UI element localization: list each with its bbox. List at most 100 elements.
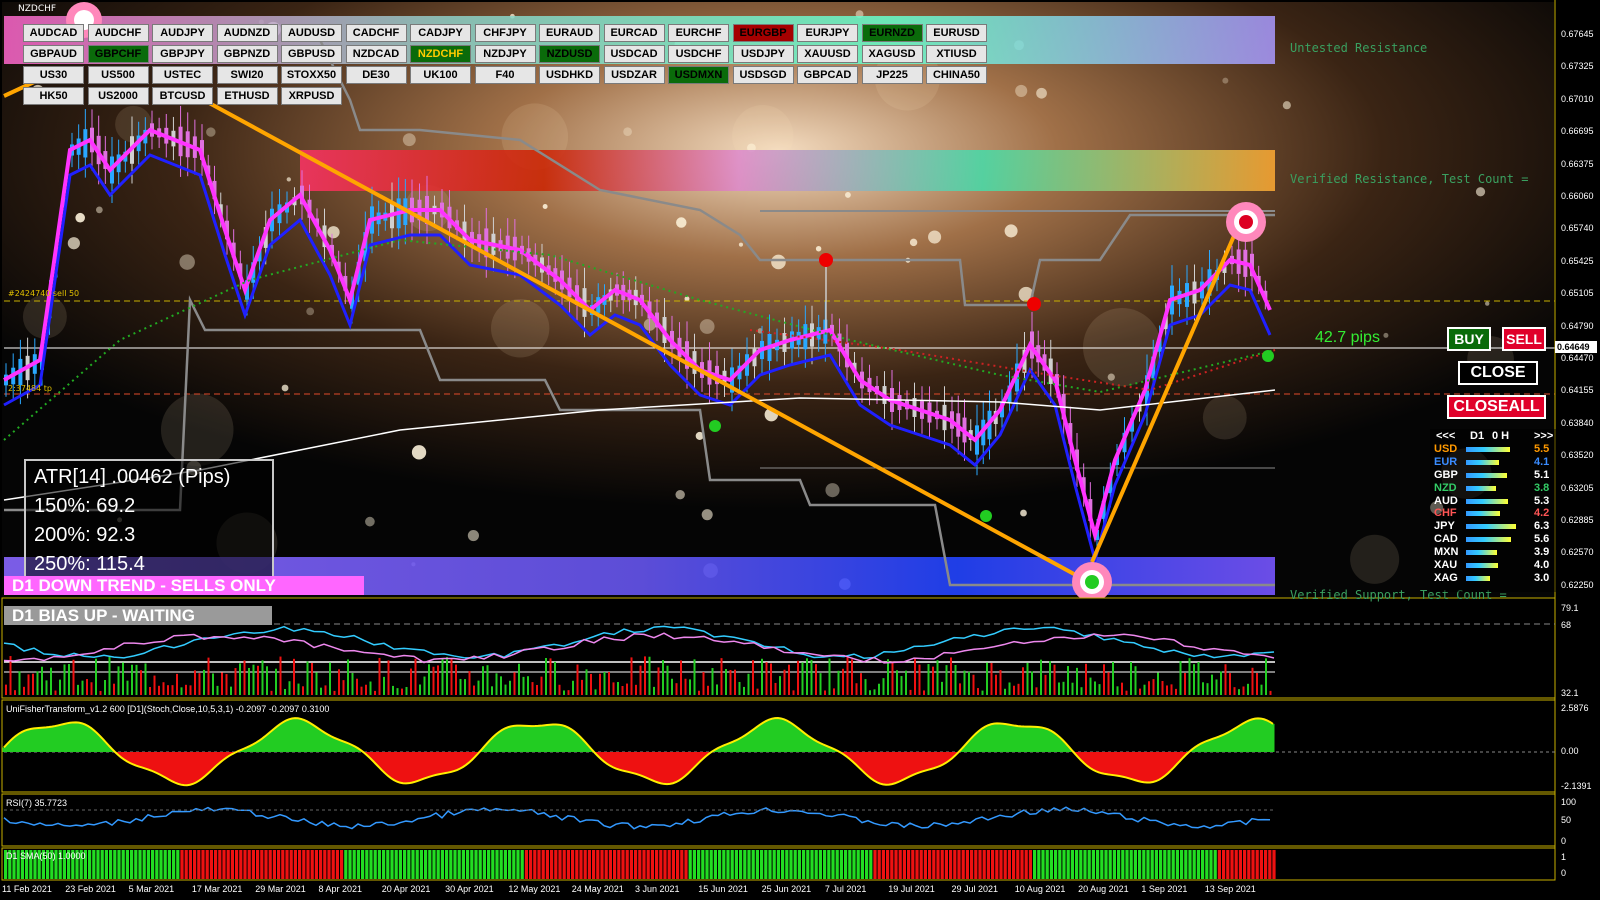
symbol-button-us2000[interactable]: US2000: [87, 87, 149, 105]
symbol-button-f40[interactable]: F40: [474, 66, 536, 84]
sma-bar: [814, 850, 818, 879]
strength-currency: EUR: [1434, 455, 1458, 468]
current-price-label: 0.64649: [1557, 342, 1590, 352]
symbol-button-hk50[interactable]: HK50: [23, 87, 84, 105]
symbol-button-ustec[interactable]: USTEC: [152, 66, 213, 84]
symbol-button-xrpusd[interactable]: XRPUSD: [281, 87, 342, 105]
bokeh-dot: [402, 133, 416, 147]
symbol-button-usdhkd[interactable]: USDHKD: [539, 66, 600, 84]
sma-bar: [684, 850, 688, 879]
symbol-button-usdsgd[interactable]: USDSGD: [732, 66, 794, 84]
symbol-button-usdjpy[interactable]: USDJPY: [732, 45, 794, 63]
sma-bar: [453, 850, 457, 879]
strength-timeframe: D1: [1470, 430, 1485, 442]
sma-bar: [902, 850, 906, 879]
indicator-axis-label: 2.5876: [1561, 703, 1589, 713]
sma-bar: [1045, 850, 1049, 879]
symbol-button-audusd[interactable]: AUDUSD: [281, 24, 342, 42]
strength-next-button[interactable]: >>>: [1534, 429, 1553, 443]
symbol-button-gbpusd[interactable]: GBPUSD: [281, 45, 342, 63]
symbol-button-uk100[interactable]: UK100: [410, 66, 471, 84]
symbol-button-xagusd[interactable]: XAGUSD: [861, 45, 923, 63]
symbol-button-audchf[interactable]: AUDCHF: [87, 24, 149, 42]
sma-bar: [96, 850, 100, 879]
strength-row-jpy: JPY 6.3: [1430, 520, 1556, 533]
symbol-button-eurchf[interactable]: EURCHF: [668, 24, 729, 42]
symbol-button-jp225[interactable]: JP225: [861, 66, 923, 84]
symbol-button-xtiusd[interactable]: XTIUSD: [926, 45, 987, 63]
sma-bar: [281, 850, 285, 879]
symbol-button-gbpchf[interactable]: GBPCHF: [87, 45, 149, 63]
sma-bar: [167, 850, 171, 879]
sma-bar: [642, 850, 646, 879]
sma-bar: [701, 850, 705, 879]
strength-bar: [1466, 575, 1490, 581]
symbol-button-eurnzd[interactable]: EURNZD: [861, 24, 923, 42]
bokeh-dot: [676, 217, 687, 228]
symbol-button-eurcad[interactable]: EURCAD: [603, 24, 665, 42]
bokeh-dot: [815, 245, 822, 252]
symbol-button-euraud[interactable]: EURAUD: [539, 24, 600, 42]
symbol-button-usdchf[interactable]: USDCHF: [668, 45, 729, 63]
sma-bar: [251, 850, 255, 879]
symbol-button-nzdcad[interactable]: NZDCAD: [345, 45, 407, 63]
strength-bar: [1466, 447, 1510, 452]
sell-button[interactable]: SELL: [1502, 327, 1546, 351]
symbol-button-cadchf[interactable]: CADCHF: [345, 24, 407, 42]
sma-bar: [953, 850, 957, 879]
symbol-button-nzdusd[interactable]: NZDUSD: [539, 45, 600, 63]
symbol-button-btcusd[interactable]: BTCUSD: [152, 87, 213, 105]
symbol-button-audcad[interactable]: AUDCAD: [23, 24, 84, 42]
strength-bar: [1466, 550, 1497, 556]
close-button[interactable]: CLOSE: [1458, 361, 1538, 385]
symbol-button-xauusd[interactable]: XAUUSD: [797, 45, 858, 63]
symbol-button-de30[interactable]: DE30: [345, 66, 407, 84]
symbol-button-stoxx50[interactable]: STOXX50: [281, 66, 342, 84]
strength-value: 4.0: [1534, 559, 1550, 572]
sma-bar: [894, 850, 898, 879]
symbol-button-eurgbp[interactable]: EURGBP: [732, 24, 794, 42]
symbol-button-eurusd[interactable]: EURUSD: [926, 24, 987, 42]
symbol-button-us30[interactable]: US30: [23, 66, 84, 84]
symbol-button-gbpaud[interactable]: GBPAUD: [23, 45, 84, 63]
symbol-button-usdcad[interactable]: USDCAD: [603, 45, 665, 63]
indicator-axis-label: 50: [1561, 815, 1572, 825]
sma-bar: [718, 850, 722, 879]
sma-bar: [1104, 850, 1108, 879]
sma-bar: [726, 850, 730, 879]
strength-value: 5.6: [1534, 533, 1550, 546]
symbol-button-nzdchf[interactable]: NZDCHF: [410, 45, 471, 63]
symbol-button-gbpjpy[interactable]: GBPJPY: [152, 45, 213, 63]
sma-bar: [256, 850, 260, 879]
sma-bar: [478, 850, 482, 879]
symbol-button-us500[interactable]: US500: [87, 66, 149, 84]
date-axis-label: 8 Apr 2021: [318, 884, 363, 894]
sma-bar: [394, 850, 398, 879]
symbol-button-swi20[interactable]: SWI20: [216, 66, 278, 84]
sma-bar: [579, 850, 583, 879]
bokeh-dot: [1222, 77, 1229, 84]
sma-bar: [356, 850, 360, 879]
symbol-button-usdzar[interactable]: USDZAR: [603, 66, 665, 84]
date-axis-label: 19 Jul 2021: [888, 884, 935, 894]
symbol-button-audnzd[interactable]: AUDNZD: [216, 24, 278, 42]
symbol-button-cadjpy[interactable]: CADJPY: [410, 24, 471, 42]
symbol-button-chfjpy[interactable]: CHFJPY: [474, 24, 536, 42]
sma-bar: [361, 850, 365, 879]
symbol-button-nzdjpy[interactable]: NZDJPY: [474, 45, 536, 63]
symbol-button-china50[interactable]: CHINA50: [926, 66, 987, 84]
symbol-button-usdmxn[interactable]: USDMXN: [668, 66, 729, 84]
symbol-button-gbpcad[interactable]: GBPCAD: [797, 66, 858, 84]
symbol-button-gbpnzd[interactable]: GBPNZD: [216, 45, 278, 63]
sma-bar: [466, 850, 470, 879]
symbol-button-ethusd[interactable]: ETHUSD: [216, 87, 278, 105]
sma-bar: [491, 850, 495, 879]
strength-prev-button[interactable]: <<<: [1436, 429, 1455, 443]
sma-bar: [1117, 850, 1121, 879]
symbol-button-audjpy[interactable]: AUDJPY: [152, 24, 213, 42]
buy-button[interactable]: BUY: [1447, 327, 1491, 351]
symbol-button-eurjpy[interactable]: EURJPY: [797, 24, 858, 42]
sma-bar: [1167, 850, 1171, 879]
price-axis-label: 0.65105: [1561, 288, 1594, 299]
closeall-button[interactable]: CLOSEALL: [1447, 395, 1546, 419]
